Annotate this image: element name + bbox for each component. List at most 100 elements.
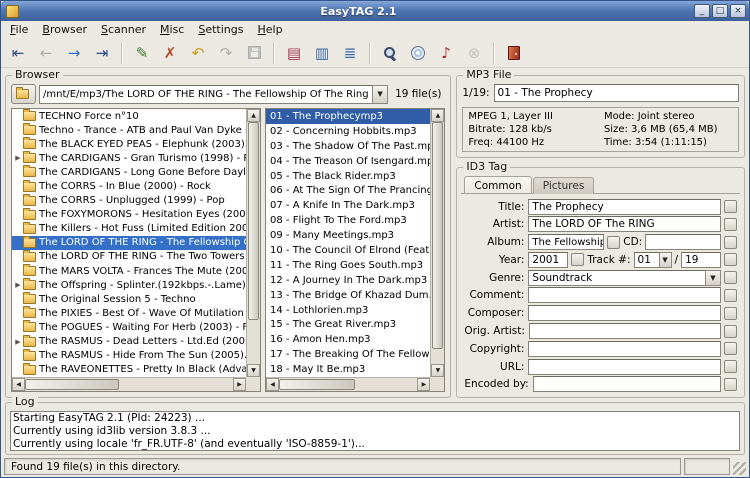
tab-common[interactable]: Common [464,176,531,193]
scroll-down-button[interactable]: ▼ [247,364,260,377]
last-file-button[interactable]: ⇥ [89,40,115,66]
run-player-button[interactable]: ♪ [433,40,459,66]
file-list-item[interactable]: 01 - The Prophecymp3 [266,109,430,124]
tree-item[interactable]: TECHNO Force n°10 [12,109,246,123]
cddb-button[interactable] [405,40,431,66]
tab-pictures[interactable]: Pictures [533,177,595,194]
scroll-right-button[interactable]: ▶ [233,378,246,391]
tag-url-apply-button[interactable] [724,360,737,373]
tag-cd-apply-button[interactable] [724,236,737,249]
file-list-item[interactable]: 06 - At The Sign Of The Prancing Pony.mp… [266,183,430,198]
tree-item[interactable]: The POGUES - Waiting For Herb (2003) - F… [12,320,246,334]
tag-comment-apply-button[interactable] [724,289,737,302]
filename-input[interactable]: 01 - The Prophecy [494,84,739,102]
resize-grip[interactable] [733,462,746,475]
undo-button[interactable]: ↶ [185,40,211,66]
expander-icon[interactable]: ▶ [13,281,23,289]
maximize-button[interactable]: □ [712,4,728,18]
first-file-button[interactable]: ⇤ [5,40,31,66]
file-list-item[interactable]: 17 - The Breaking Of The Fellowship.mp3 [266,347,430,362]
scroll-up-button[interactable]: ▲ [431,109,444,122]
tag-genre-apply-button[interactable] [724,271,737,284]
file-list-item[interactable]: 18 - May It Be.mp3 [266,362,430,377]
playlist-button[interactable]: ≣ [337,40,363,66]
menu-help[interactable]: Help [250,22,289,37]
log-list[interactable]: Starting EasyTAG 2.1 (PId: 24223) ...Cur… [10,411,740,451]
tree-horizontal-scrollbar[interactable]: ◀ ▶ [12,377,246,391]
scan-files-button[interactable]: ✎ [129,40,155,66]
scroll-down-button[interactable]: ▼ [431,364,444,377]
tree-item[interactable]: The Killers - Hot Fuss (Limited Edition … [12,222,246,236]
path-dropdown-button[interactable]: ▼ [372,85,388,104]
tag-artist-apply-button[interactable] [724,218,737,231]
tree-item[interactable]: The MARS VOLTA - Frances The Mute (200..… [12,264,246,278]
menu-scanner[interactable]: Scanner [94,22,153,37]
file-list[interactable]: 01 - The Prophecymp302 - Concerning Hobb… [266,109,430,377]
scroll-thumb[interactable] [248,122,259,320]
scroll-thumb[interactable] [279,379,355,390]
menu-browser[interactable]: Browser [35,22,94,37]
search-button[interactable] [377,40,403,66]
tree-item[interactable]: ▶The Offspring - Splinter.(192kbps.-.Lam… [12,278,246,292]
file-vertical-scrollbar[interactable]: ▲ ▼ [430,109,444,377]
artist-input[interactable]: The LORD OF The RING [528,216,721,232]
select-all-button[interactable]: ▤ [281,40,307,66]
year-input[interactable]: 2001 [528,252,568,268]
scroll-thumb[interactable] [25,379,119,390]
tree-item[interactable]: The CARDIGANS - Long Gone Before Dayli..… [12,165,246,179]
tree-item[interactable]: The LORD OF THE RING - The Fellowship O.… [12,236,246,250]
file-list-item[interactable]: 11 - The Ring Goes South.mp3 [266,258,430,273]
encoded-by-input[interactable] [533,376,721,392]
tree-item[interactable]: ▶The RASMUS - Dead Letters - Ltd.Ed (200… [12,335,246,349]
file-list-item[interactable]: 10 - The Council Of Elrond (Featuring An… [266,243,430,258]
menu-misc[interactable]: Misc [153,22,191,37]
scroll-left-button[interactable]: ◀ [266,378,279,391]
file-list-item[interactable]: 12 - A Journey In The Dark.mp3 [266,273,430,288]
minimize-button[interactable]: _ [694,4,710,18]
tree-item[interactable]: ▶The CARDIGANS - Gran Turismo (1998) - P… [12,151,246,165]
scroll-thumb[interactable] [432,122,443,349]
tree-vertical-scrollbar[interactable]: ▲ ▼ [246,109,260,377]
tag-encoded-by-apply-button[interactable] [724,378,737,391]
expander-icon[interactable]: ▶ [13,338,23,346]
directory-tree[interactable]: TECHNO Force n°10Techno - Trance - ATB a… [12,109,246,377]
tree-item[interactable]: The RASMUS - Hide From The Sun (2005)... [12,349,246,363]
remove-tags-button[interactable]: ✗ [157,40,183,66]
parent-folder-button[interactable] [11,84,36,104]
file-list-item[interactable]: 02 - Concerning Hobbits.mp3 [266,124,430,139]
tag-track-apply-button[interactable] [724,253,737,266]
scroll-right-button[interactable]: ▶ [417,378,430,391]
file-list-item[interactable]: 05 - The Black Rider.mp3 [266,169,430,184]
tree-item[interactable]: The BLACK EYED PEAS - Elephunk (2003)... [12,137,246,151]
album-input[interactable]: The Fellowship Of The Ring [528,234,604,250]
cd-input[interactable] [645,234,721,250]
file-list-item[interactable]: 09 - Many Meetings.mp3 [266,228,430,243]
tag-copyright-apply-button[interactable] [724,342,737,355]
tree-item[interactable]: The Original Session 5 - Techno [12,292,246,306]
file-list-item[interactable]: 16 - Amon Hen.mp3 [266,332,430,347]
tree-item[interactable]: The PIXIES - Best Of - Wave Of Mutilatio… [12,306,246,320]
title-input[interactable]: The Prophecy [528,199,721,215]
scroll-left-button[interactable]: ◀ [12,378,25,391]
invert-selection-button[interactable]: ▥ [309,40,335,66]
scroll-up-button[interactable]: ▲ [247,109,260,122]
close-button[interactable]: × [730,4,746,18]
redo-button[interactable]: ↷ [213,40,239,66]
stop-button[interactable]: ⊗ [461,40,487,66]
next-file-button[interactable]: → [61,40,87,66]
tag-orig-artist-apply-button[interactable] [724,325,737,338]
tree-item[interactable]: The RAVEONETTES - Pretty In Black (Adva.… [12,363,246,377]
comment-input[interactable] [528,287,721,303]
tree-item[interactable]: The LORD OF THE RING - The Two Towers (.… [12,250,246,264]
file-list-item[interactable]: 04 - The Treason Of Isengard.mp3 [266,154,430,169]
tree-item[interactable]: The CORRS - In Blue (2000) - Rock [12,179,246,193]
file-list-item[interactable]: 13 - The Bridge Of Khazad Dum.mp3 [266,288,430,303]
file-list-item[interactable]: 08 - Flight To The Ford.mp3 [266,213,430,228]
track-dropdown-button[interactable]: ▼ [659,252,672,268]
menu-settings[interactable]: Settings [191,22,250,37]
path-input[interactable]: /mnt/E/mp3/The LORD OF THE RING - The Fe… [39,85,372,104]
url-input[interactable] [528,359,721,375]
composer-input[interactable] [528,305,721,321]
previous-file-button[interactable]: ← [33,40,59,66]
tag-title-apply-button[interactable] [724,200,737,213]
